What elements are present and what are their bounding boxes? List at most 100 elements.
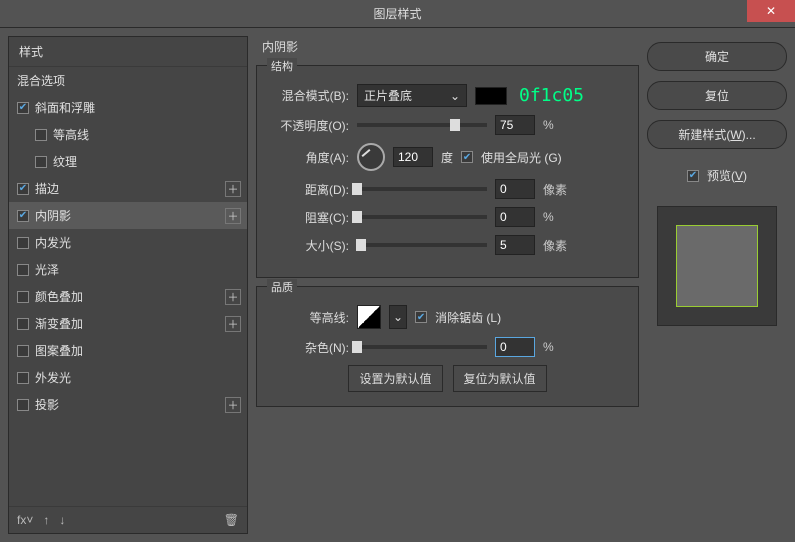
opacity-slider[interactable] [357,123,487,127]
blend-mode-row: 混合模式(B): 正片叠底 ⌄ 0f1c05 [271,84,624,107]
preview-toggle-row: 预览(V) [647,167,787,184]
styles-sidebar: 样式 混合选项 斜面和浮雕 等高线 纹理 描边＋ 内阴影＋ 内发光 光泽 颜色叠… [8,36,248,534]
select-value: 正片叠底 [364,87,412,104]
preview-swatch [676,225,758,307]
fx-icon[interactable]: fx˅ [17,513,33,527]
default-buttons: 设置为默认值 复位为默认值 [271,365,624,392]
unit: % [543,340,575,354]
distance-input[interactable] [495,179,535,199]
window-title: 图层样式 [0,5,795,22]
sidebar-item-pattern-overlay[interactable]: 图案叠加 [9,337,247,364]
cancel-button[interactable]: 复位 [647,81,787,110]
up-icon[interactable]: ↑ [43,513,49,527]
contour-picker[interactable] [357,305,381,329]
unit: 像素 [543,181,575,198]
checkbox[interactable] [17,264,29,276]
antialias-checkbox[interactable] [415,311,427,323]
color-swatch[interactable] [475,87,507,105]
sidebar-item-satin[interactable]: 光泽 [9,256,247,283]
sidebar-item-label: 描边 [35,180,59,197]
panel-title: 内阴影 [256,36,639,57]
checkbox[interactable] [17,237,29,249]
sidebar-item-label: 混合选项 [17,72,65,89]
sidebar-item-bevel[interactable]: 斜面和浮雕 [9,94,247,121]
add-icon[interactable]: ＋ [225,289,241,305]
sidebar-item-texture[interactable]: 纹理 [9,148,247,175]
sidebar-item-label: 颜色叠加 [35,288,83,305]
sidebar-item-label: 图案叠加 [35,342,83,359]
checkbox[interactable] [35,156,47,168]
sidebar-item-blend-options[interactable]: 混合选项 [9,67,247,94]
reset-default-button[interactable]: 复位为默认值 [453,365,547,392]
checkbox[interactable] [17,102,29,114]
label: 大小(S): [271,237,349,254]
global-light-checkbox[interactable] [461,151,473,163]
sidebar-item-color-overlay[interactable]: 颜色叠加 ＋ [9,283,247,310]
add-icon[interactable]: ＋ [225,208,241,224]
sidebar-item-stroke[interactable]: 描边 ＋ [9,175,247,202]
unit: 度 [441,149,453,166]
add-icon[interactable]: ＋ [225,316,241,332]
checkbox[interactable] [17,291,29,303]
label: 混合模式(B): [271,87,349,104]
sidebar-item-label: 光泽 [35,261,59,278]
checkbox[interactable] [17,399,29,411]
blend-mode-select[interactable]: 正片叠底 ⌄ [357,84,467,107]
choke-row: 阻塞(C): % [271,207,624,227]
sidebar-item-inner-shadow[interactable]: 内阴影 ＋ [9,202,247,229]
choke-slider[interactable] [357,215,487,219]
down-icon[interactable]: ↓ [59,513,65,527]
checkbox[interactable] [17,210,29,222]
chevron-down-icon: ⌄ [450,89,460,103]
close-button[interactable]: ✕ [747,0,795,22]
chevron-down-icon[interactable]: ⌄ [389,305,407,329]
group-legend: 结构 [267,58,297,74]
add-icon[interactable]: ＋ [225,181,241,197]
sidebar-footer: fx˅ ↑ ↓ 🗑 [9,506,247,533]
action-panel: 确定 复位 新建样式(W)... 预览(V) [647,36,787,534]
opacity-input[interactable] [495,115,535,135]
ok-button[interactable]: 确定 [647,42,787,71]
sidebar-item-drop-shadow[interactable]: 投影＋ [9,391,247,418]
angle-input[interactable] [393,147,433,167]
unit: 像素 [543,237,575,254]
unit: % [543,210,575,224]
choke-input[interactable] [495,207,535,227]
unit: % [543,118,575,132]
sidebar-item-contour[interactable]: 等高线 [9,121,247,148]
checkbox[interactable] [35,129,47,141]
sidebar-item-gradient-overlay[interactable]: 渐变叠加 ＋ [9,310,247,337]
checkbox[interactable] [17,345,29,357]
color-code: 0f1c05 [519,85,584,106]
noise-input[interactable] [495,337,535,357]
preview-checkbox[interactable] [687,170,699,182]
noise-row: 杂色(N): % [271,337,624,357]
new-style-button[interactable]: 新建样式(W)... [647,120,787,149]
angle-dial[interactable] [357,143,385,171]
quality-group: 品质 等高线: ⌄ 消除锯齿 (L) 杂色(N): % 设置为默认值 复位为默认… [256,286,639,407]
dialog-body: 样式 混合选项 斜面和浮雕 等高线 纹理 描边＋ 内阴影＋ 内发光 光泽 颜色叠… [0,28,795,542]
label: 等高线: [271,309,349,326]
sidebar-item-label: 渐变叠加 [35,315,83,332]
make-default-button[interactable]: 设置为默认值 [348,365,442,392]
sidebar-item-outer-glow[interactable]: 外发光 [9,364,247,391]
checkbox[interactable] [17,372,29,384]
label: 不透明度(O): [271,117,349,134]
angle-row: 角度(A): 度 使用全局光 (G) [271,143,624,171]
sidebar-item-label: 斜面和浮雕 [35,99,95,116]
sidebar-item-label: 内阴影 [35,207,71,224]
noise-slider[interactable] [357,345,487,349]
checkbox[interactable] [17,318,29,330]
contour-row: 等高线: ⌄ 消除锯齿 (L) [271,305,624,329]
distance-row: 距离(D): 像素 [271,179,624,199]
distance-slider[interactable] [357,187,487,191]
size-slider[interactable] [357,243,487,247]
preview-box [657,206,777,326]
sidebar-item-inner-glow[interactable]: 内发光 [9,229,247,256]
checkbox[interactable] [17,183,29,195]
add-icon[interactable]: ＋ [225,397,241,413]
size-input[interactable] [495,235,535,255]
trash-icon[interactable]: 🗑 [224,513,239,527]
sidebar-item-label: 外发光 [35,369,71,386]
group-legend: 品质 [267,279,297,295]
